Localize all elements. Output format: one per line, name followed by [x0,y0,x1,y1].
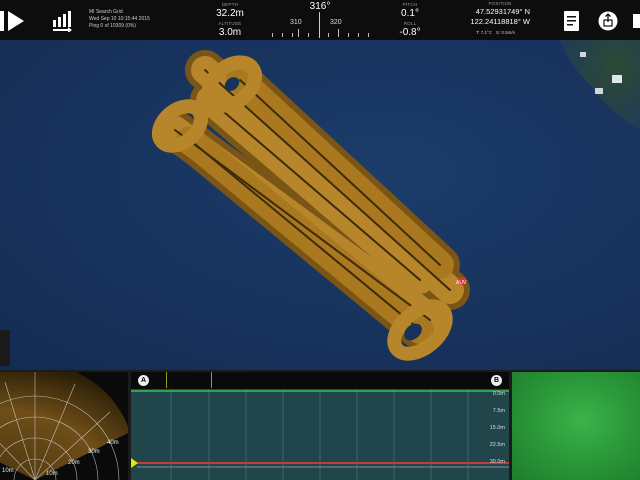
latitude-value: 47.52931749° N [475,7,530,16]
depth-scale-label: 22.5m [489,442,505,448]
water-column-profile[interactable]: A B 0.0m 7.5m 15.0m 22.5m 30.0m [131,372,509,480]
pitch-label: PITCH [402,2,418,7]
depth-label: DEPTH [221,2,239,7]
mission-datetime: Wed Sep 10 10:15:44 2015 [89,16,150,22]
fan-range-label: 30m [88,449,100,455]
side-panel-tab[interactable] [0,330,10,366]
pitch-value: 0.1° [401,8,419,19]
heading-marker [319,12,320,38]
temperature-value: T: 7.1°C [476,30,493,35]
depth-scale-label: 30.0m [489,459,505,465]
roll-value: -0.8° [399,27,421,38]
heading-tape: 316° 310 320 [268,0,372,40]
mission-name: MI Search Grid [89,9,123,15]
depth-scale-label: 0.0m [492,391,505,397]
heading-value: 316° [309,1,331,12]
export-icon[interactable] [632,10,640,32]
profile-plot [131,389,509,480]
building [612,75,622,83]
sonar-mosaic: AUV [151,40,640,361]
fan-range-label: 40m [107,440,119,446]
marker-a-button[interactable]: A [138,375,149,386]
shoreline [560,40,640,130]
longitude-value: 122.24118818° W [470,17,530,26]
altitude-value: 3.0m [218,27,242,38]
fan-range-label: 10m [2,468,14,474]
document-icon[interactable] [562,10,582,32]
roll-label: ROLL [403,21,417,26]
share-icon[interactable] [598,10,618,32]
svg-text:AUV: AUV [456,280,467,286]
speed-value: S: 0.5m/s [495,30,515,35]
top-toolbar: MI Search Grid Wed Sep 10 10:15:44 2015 … [0,0,640,40]
camera-view[interactable] [512,372,640,480]
depth-scale-label: 15.0m [489,425,505,431]
mission-info: MI Search Grid Wed Sep 10 10:15:44 2015 … [89,9,150,30]
heading-tick-label: 320 [330,19,342,26]
fan-range-label: 10m [46,471,58,477]
signal-bars-icon[interactable] [52,10,74,32]
environment-readout: T: 7.1°C S: 0.5m/s [476,30,515,35]
ping-counter: Ping 0 of 10309 (0%) [89,23,136,29]
heading-tick-label: 310 [290,19,302,26]
depth-value: 32.2m [216,8,244,19]
position-label: POSITION [488,1,512,6]
depth-scale-label: 7.5m [492,408,505,414]
play-icon[interactable] [0,8,26,34]
building [595,88,603,94]
altitude-label: ALTITUDE [218,21,242,26]
fan-range-label: 20m [68,460,80,466]
marker-b-button[interactable]: B [491,375,502,386]
sonar-map[interactable]: AUV [0,40,640,370]
building [580,52,586,57]
sonar-fan-view[interactable]: 10m 10m 20m 30m 40m [0,372,128,480]
sonar-fan-graphic [0,372,128,480]
